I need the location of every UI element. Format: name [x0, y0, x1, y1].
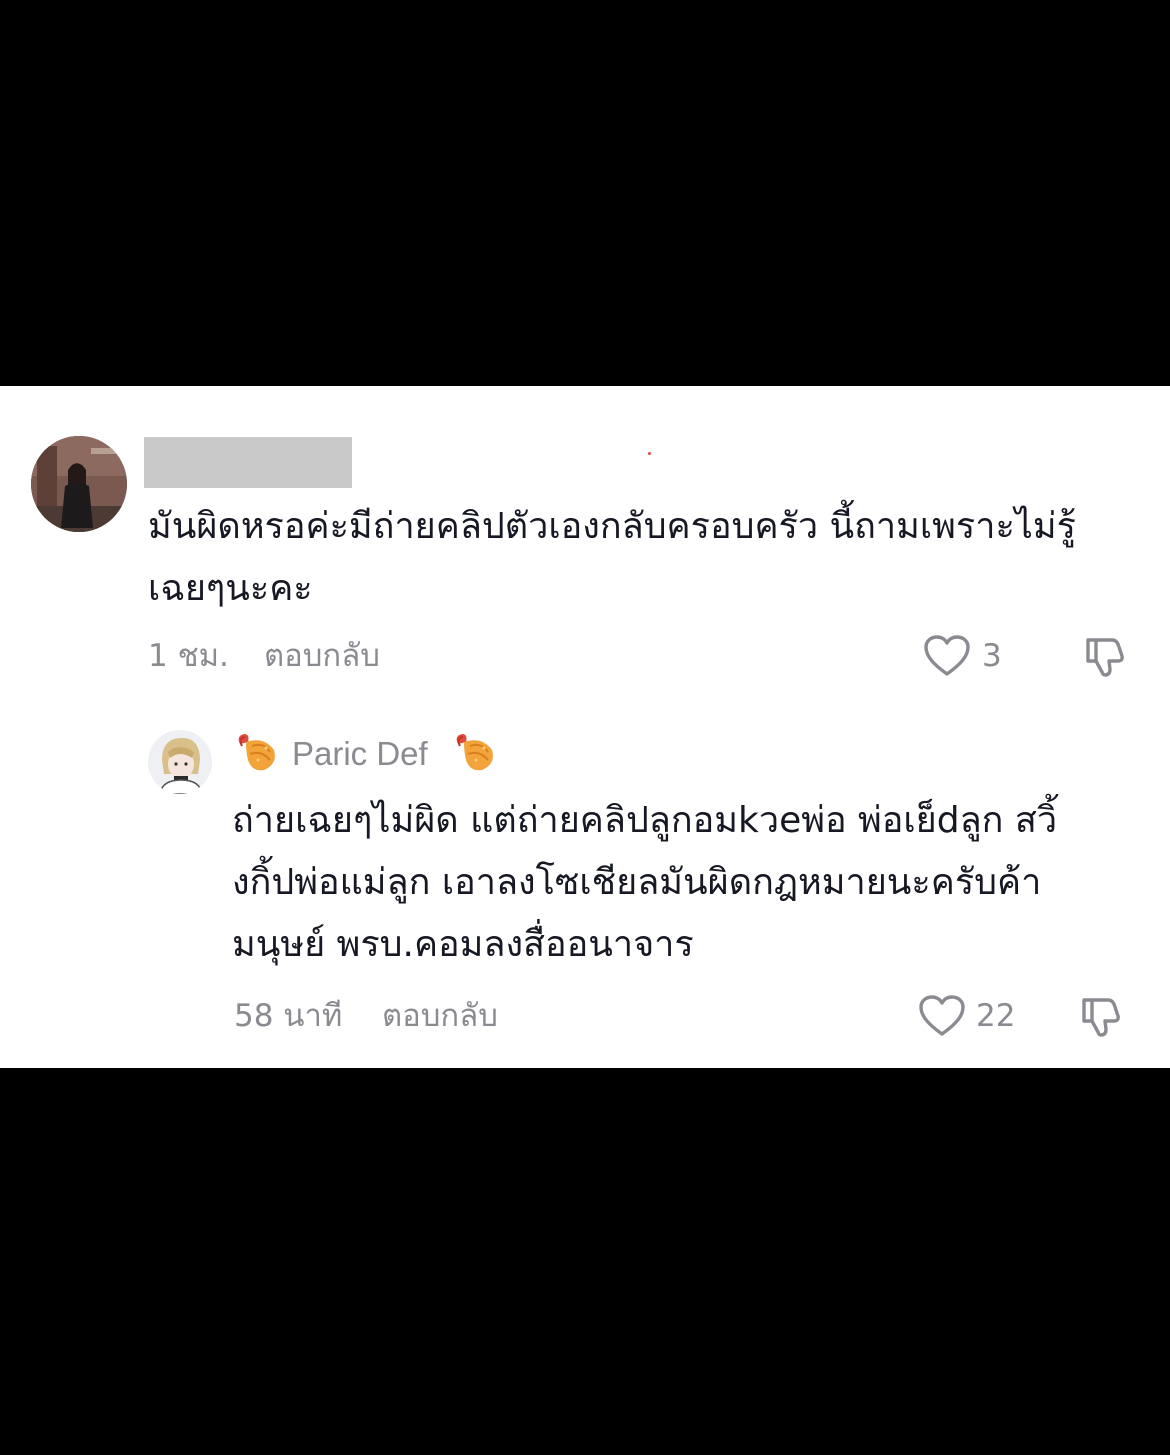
commenter-avatar[interactable]: [31, 436, 127, 532]
comment-text: มันผิดหรอค่ะมีถ่ายคลิปตัวเองกลับครอบครัว…: [148, 506, 1076, 609]
shrimp-tempura-icon: [234, 730, 280, 776]
heart-outline-icon[interactable]: [918, 994, 966, 1038]
reply-button[interactable]: ตอบกลับ: [264, 636, 380, 676]
username-redacted-block: [144, 437, 352, 488]
letterbox-top: [0, 0, 1170, 386]
avatar-illustration: [148, 730, 212, 794]
decorative-dot: [648, 452, 651, 455]
reply-author-name[interactable]: Paric Def: [292, 732, 428, 776]
thumbs-down-icon[interactable]: [1082, 634, 1130, 678]
heart-outline-icon[interactable]: [923, 634, 971, 678]
replier-avatar[interactable]: [148, 730, 212, 794]
like-count: 22: [976, 998, 1016, 1034]
thumbs-down-icon[interactable]: [1078, 994, 1126, 1038]
reply-button[interactable]: ตอบกลับ: [382, 996, 498, 1036]
reply-timestamp: 58 นาที: [234, 998, 343, 1034]
letterbox-bottom: [0, 1068, 1170, 1455]
reply-text: ถ่ายเฉยๆไม่ผิด แต่ถ่ายคลิปลูกอมkวeพ่อ พ่…: [232, 800, 1058, 965]
avatar-photo: [31, 436, 127, 532]
like-count: 3: [982, 638, 1002, 674]
comment-timestamp: 1 ชม.: [148, 638, 229, 674]
shrimp-tempura-icon: [452, 730, 498, 776]
